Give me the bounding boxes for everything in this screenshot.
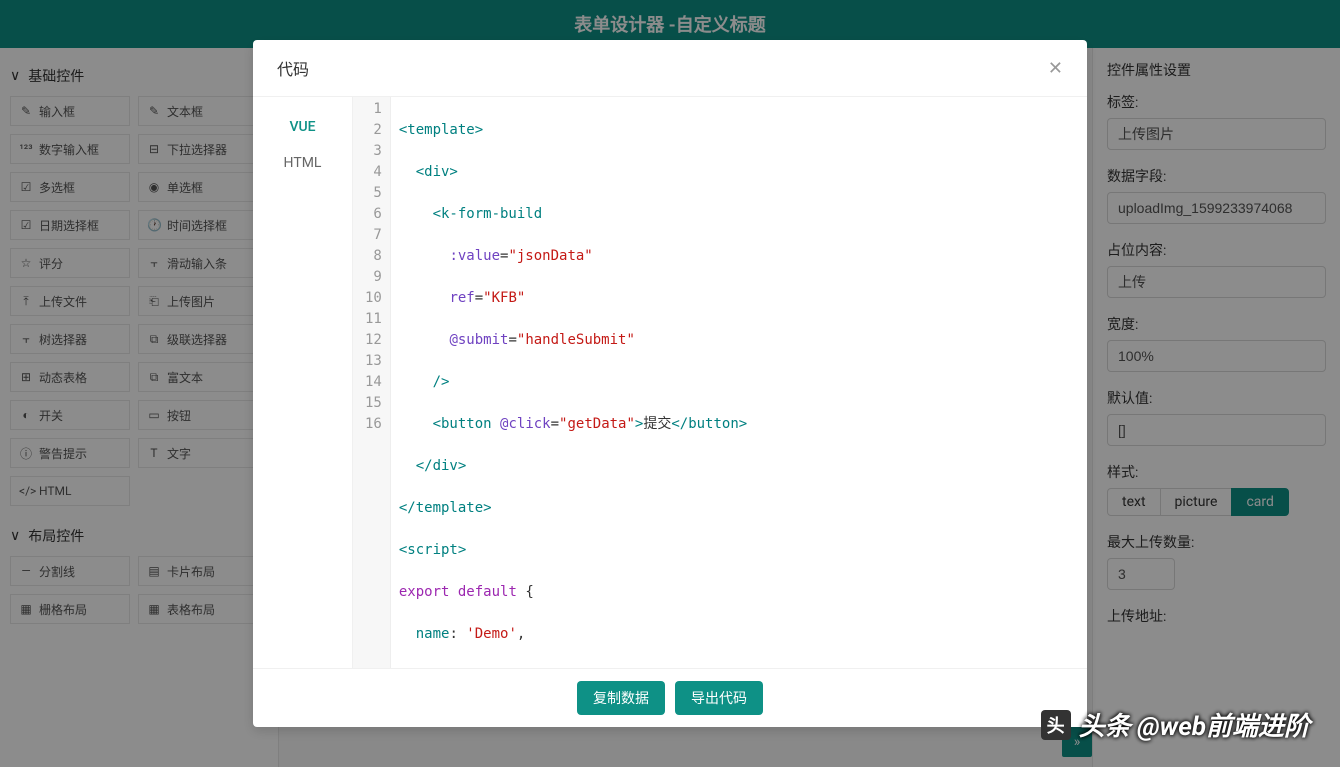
modal-title: 代码: [277, 56, 309, 80]
tab-vue[interactable]: VUE: [253, 109, 352, 145]
modal-mask[interactable]: 代码 ✕ VUE HTML 12345678910111213141516 <t…: [0, 0, 1340, 767]
close-icon[interactable]: ✕: [1048, 58, 1063, 79]
code-content: <template> <div> <k-form-build :value="j…: [391, 97, 1087, 668]
copy-data-button[interactable]: 复制数据: [577, 681, 665, 715]
code-editor[interactable]: 12345678910111213141516 <template> <div>…: [353, 97, 1087, 668]
tab-html[interactable]: HTML: [253, 145, 352, 181]
export-code-button[interactable]: 导出代码: [675, 681, 763, 715]
modal-header: 代码 ✕: [253, 40, 1087, 96]
modal-footer: 复制数据 导出代码: [253, 668, 1087, 727]
modal-body: VUE HTML 12345678910111213141516 <templa…: [253, 96, 1087, 668]
line-number-gutter: 12345678910111213141516: [353, 97, 391, 668]
code-modal: 代码 ✕ VUE HTML 12345678910111213141516 <t…: [253, 40, 1087, 727]
code-tab-nav: VUE HTML: [253, 97, 353, 668]
